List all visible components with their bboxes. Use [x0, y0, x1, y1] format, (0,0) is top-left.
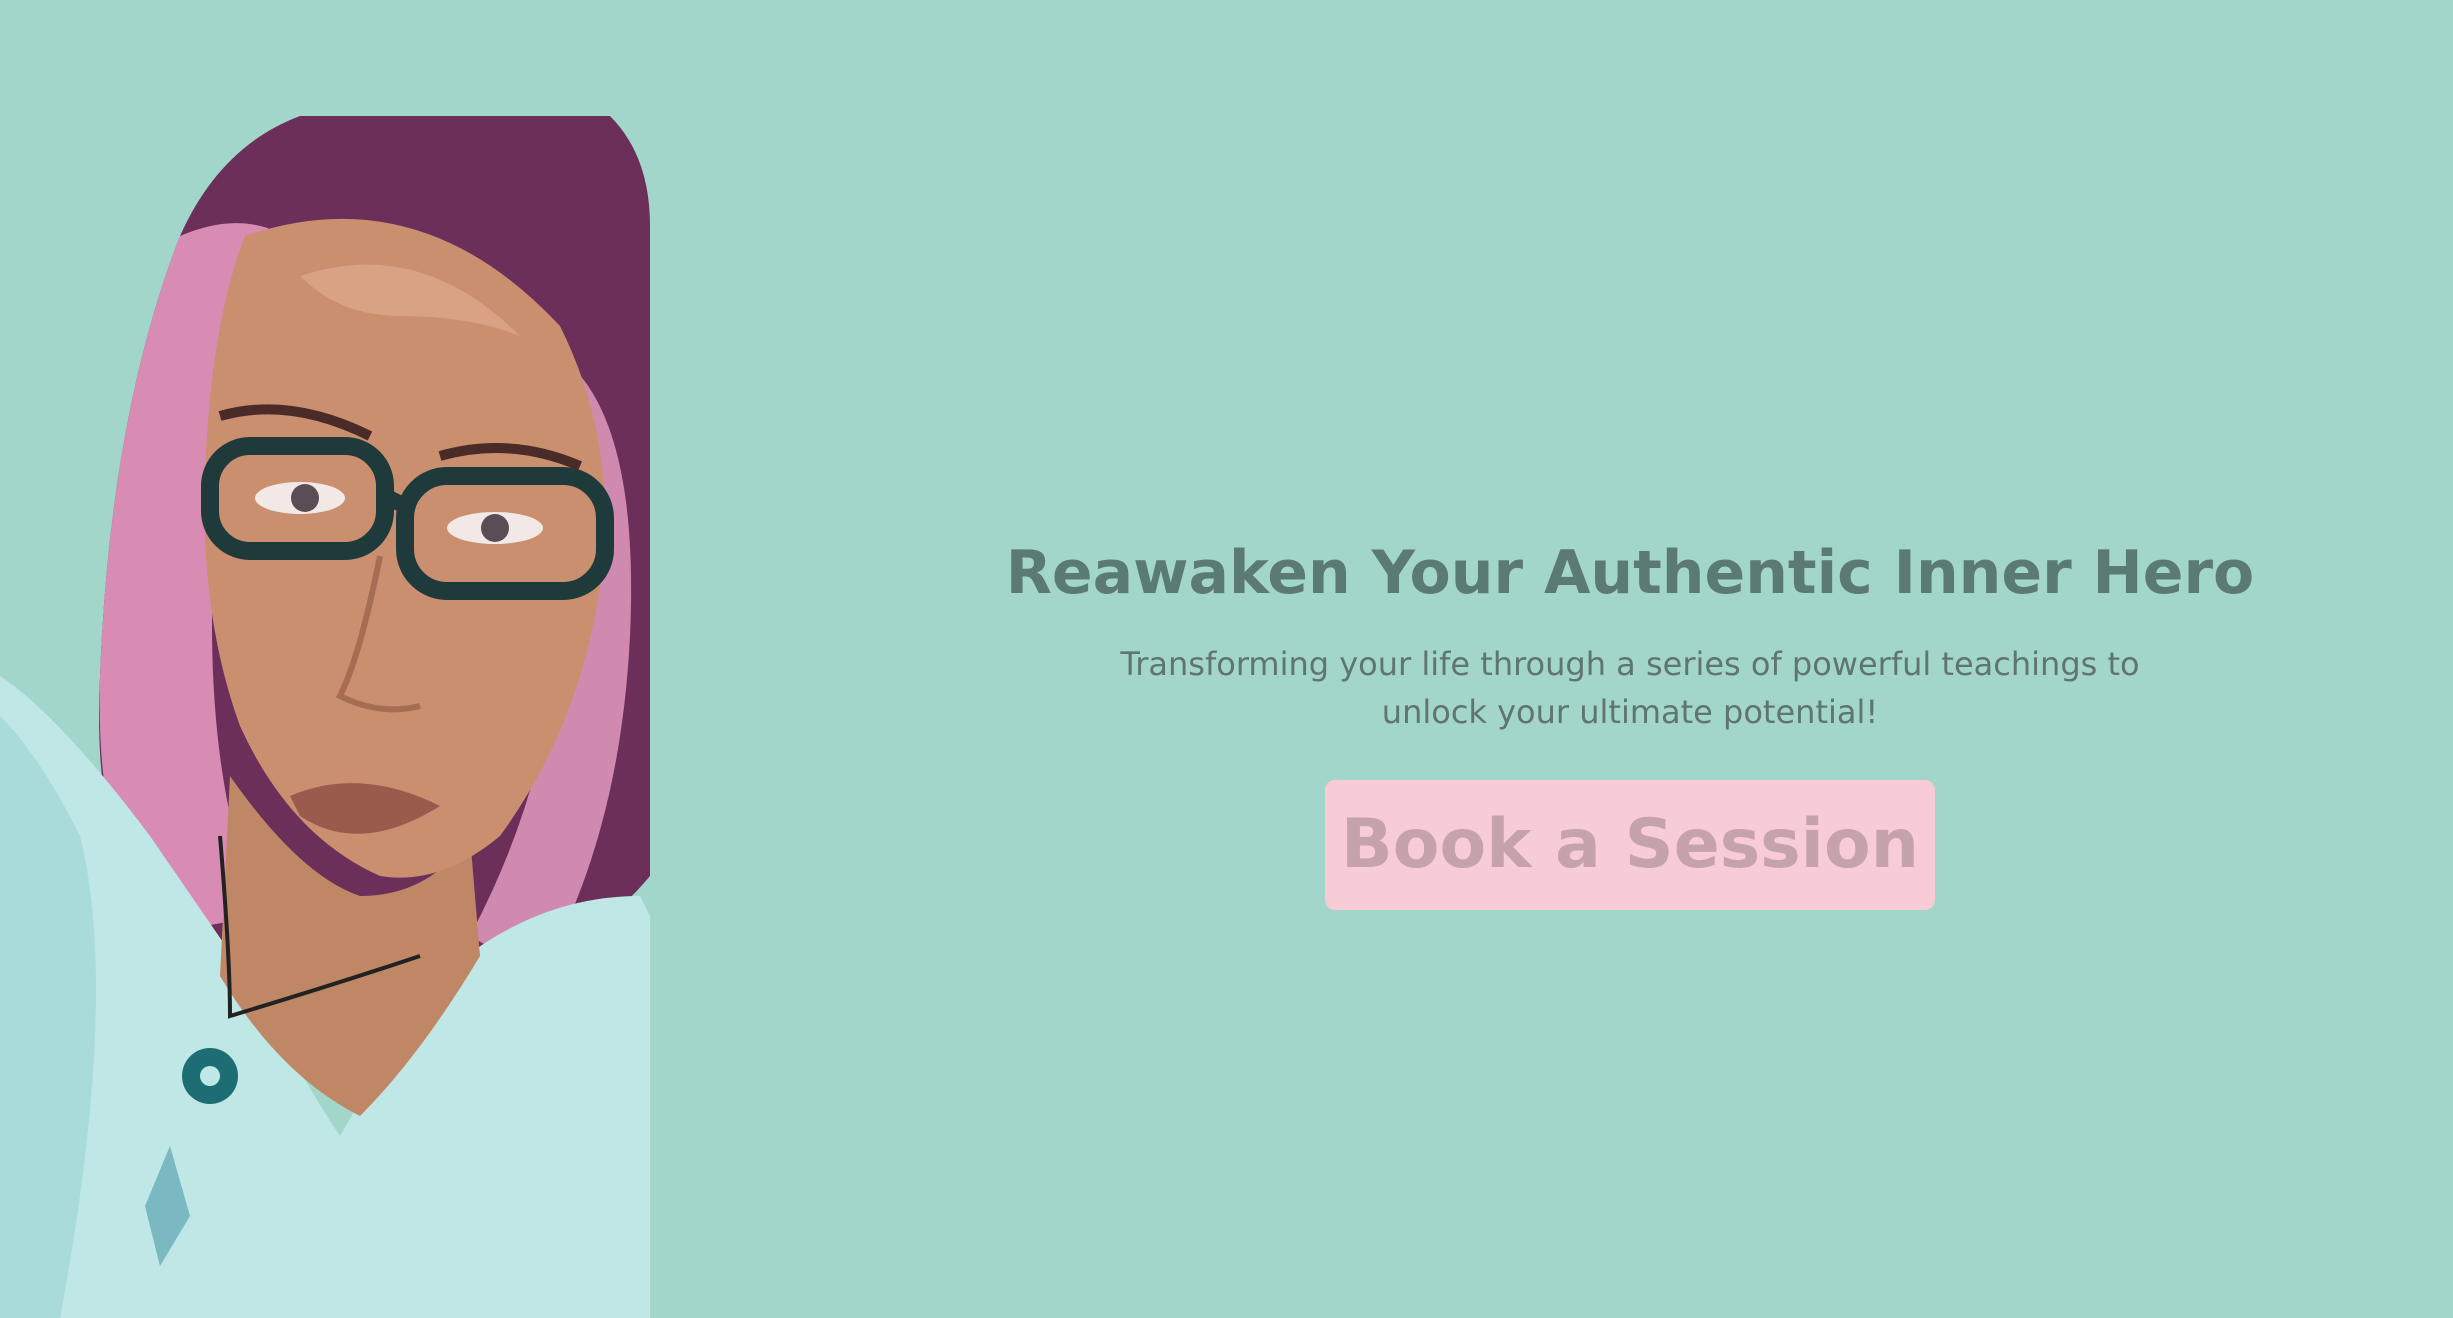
book-session-button[interactable]: Book a Session	[1325, 780, 1935, 910]
hero-section: Reawaken Your Authentic Inner Hero Trans…	[0, 0, 2453, 1318]
hero-content: Reawaken Your Authentic Inner Hero Trans…	[960, 528, 2300, 910]
person-portrait-icon	[0, 116, 650, 1318]
hero-subtitle: Transforming your life through a series …	[1120, 645, 2140, 731]
portrait-image	[0, 116, 650, 1318]
hero-title: Reawaken Your Authentic Inner Hero	[1005, 538, 2255, 608]
